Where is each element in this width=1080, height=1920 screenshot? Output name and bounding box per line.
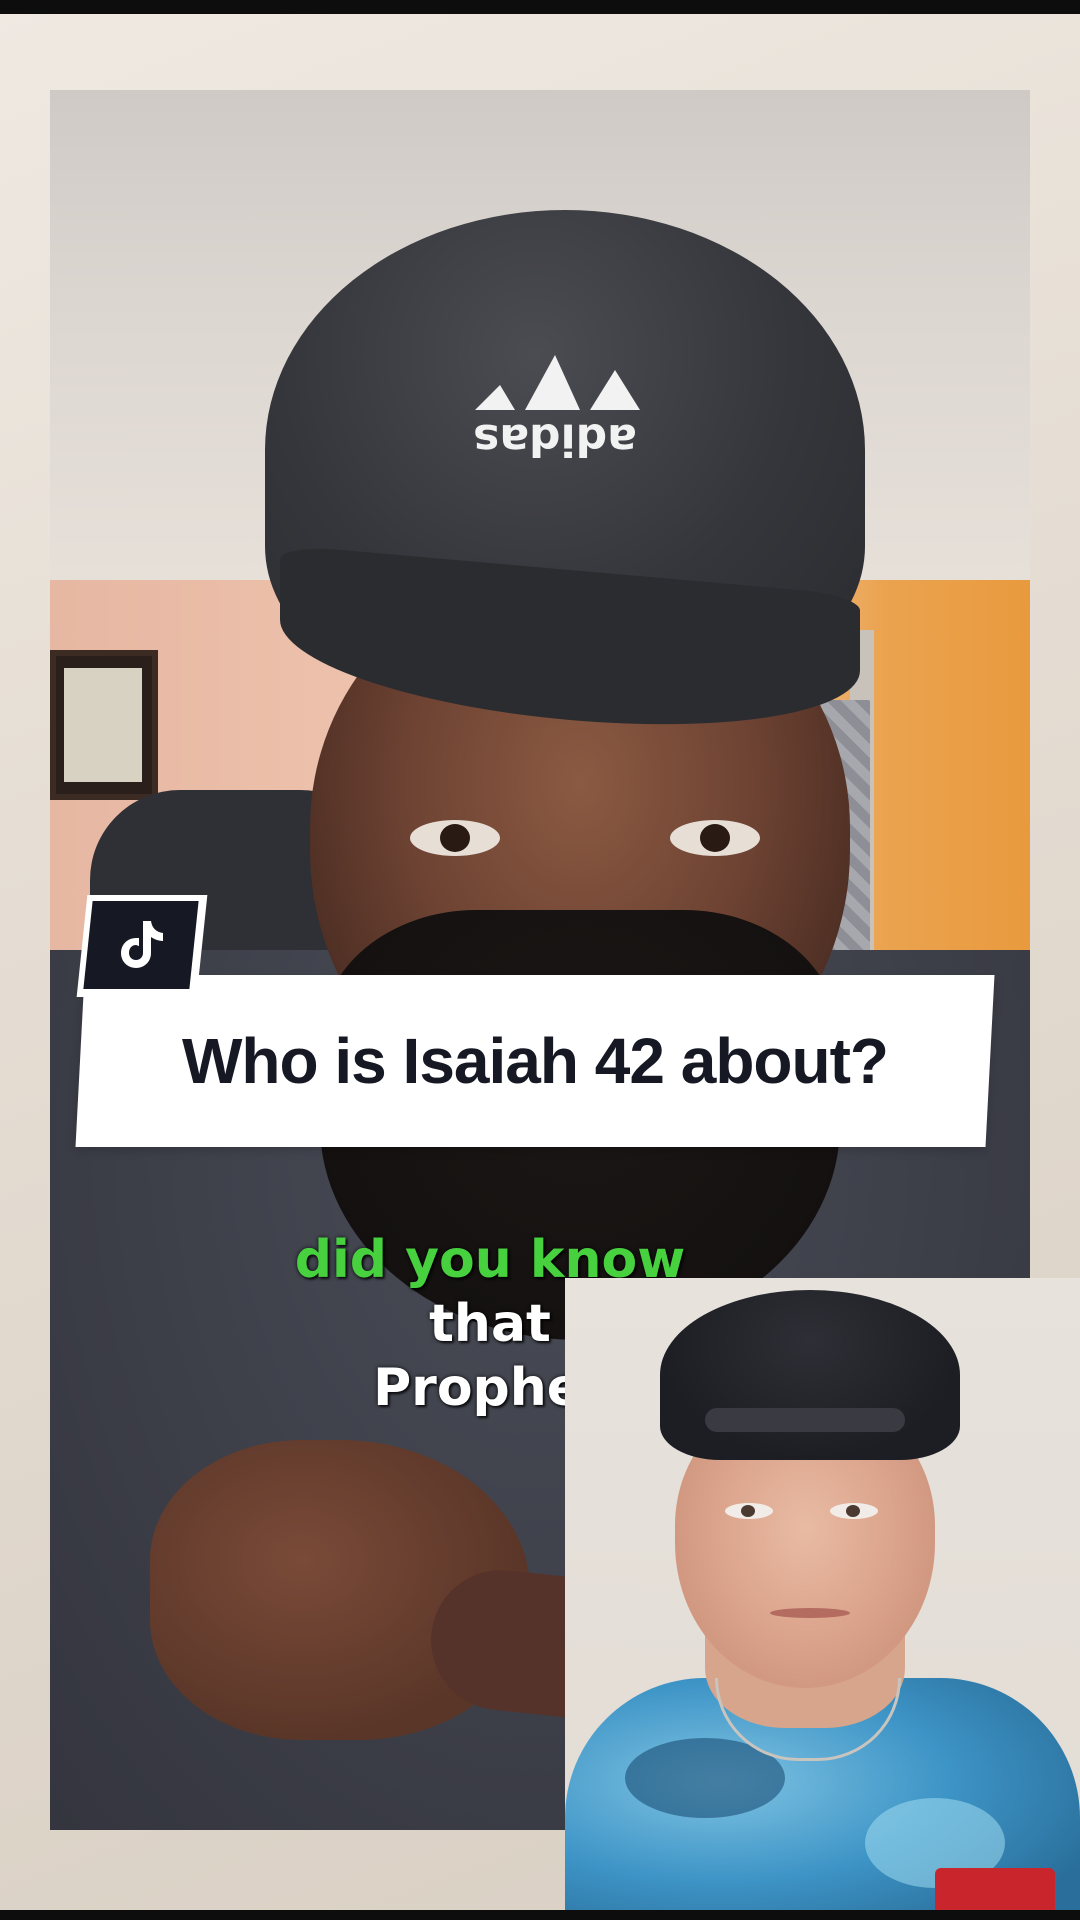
top-bar <box>0 0 1080 14</box>
reactor-mouth <box>770 1608 850 1618</box>
speaker-eye-left <box>410 820 500 856</box>
cap-brand-text: adidas <box>473 414 637 465</box>
reactor-cap-band <box>705 1408 905 1432</box>
tiktok-video-screen[interactable]: adidas did you know that Prophet Who is … <box>0 0 1080 1920</box>
adidas-logo-icon: adidas <box>473 355 640 465</box>
bottom-bar <box>0 1910 1080 1920</box>
reactor-video-pip[interactable] <box>565 1278 1080 1920</box>
title-banner-text: Who is Isaiah 42 about? <box>182 1025 889 1097</box>
tiktok-logo-icon <box>121 921 163 968</box>
framed-certificate <box>50 650 158 800</box>
tiktok-badge[interactable] <box>83 901 199 989</box>
reactor-eye-right <box>830 1503 878 1519</box>
speaker-eye-right <box>670 820 760 856</box>
reactor-cap <box>660 1290 960 1460</box>
reactor-eye-left <box>725 1503 773 1519</box>
